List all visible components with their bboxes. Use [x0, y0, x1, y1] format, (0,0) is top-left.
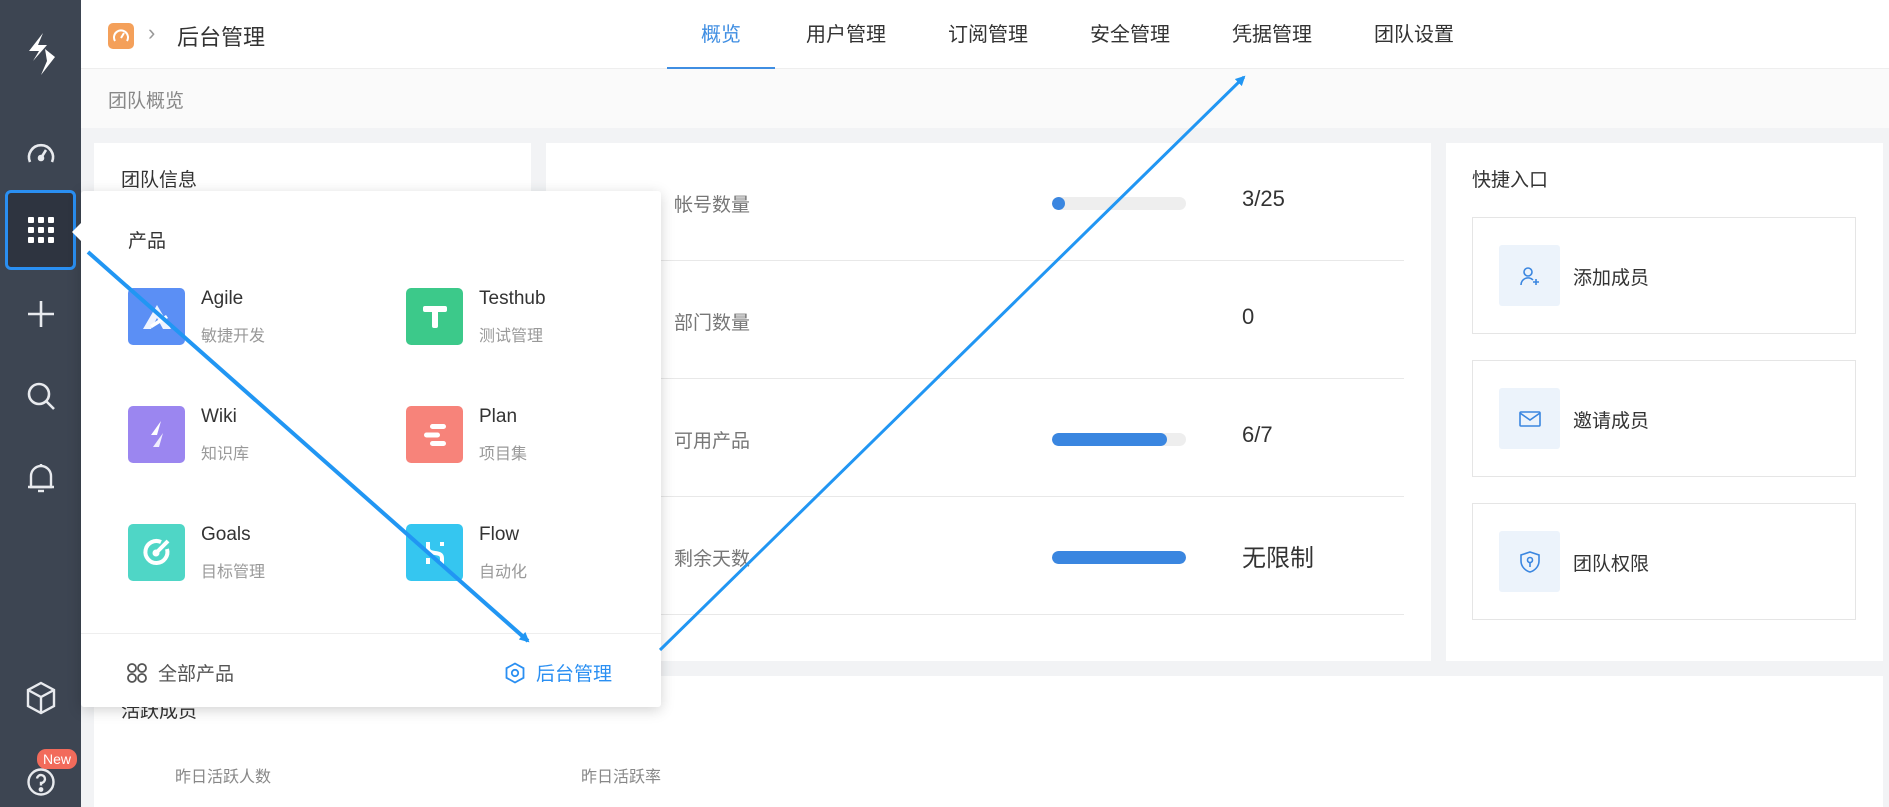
mail-icon [1499, 388, 1560, 449]
testhub-icon [406, 288, 463, 345]
progress-fill [1052, 197, 1066, 210]
quick-link-label: 团队权限 [1573, 554, 1650, 575]
apps-outline-icon [127, 662, 147, 683]
new-badge: New [37, 749, 78, 769]
progress-fill [1052, 551, 1186, 564]
all-products-link[interactable]: 全部产品 [126, 659, 234, 686]
stat-label: 部门数量 [674, 313, 751, 334]
product-name: Agile [201, 288, 244, 309]
wiki-icon [128, 406, 185, 463]
stat-value: 0 [1242, 304, 1255, 329]
progress-fill [1052, 433, 1168, 446]
dashboard-icon[interactable] [0, 124, 81, 184]
tab-security[interactable]: 安全管理 [1059, 0, 1201, 69]
grid-icon [27, 217, 54, 243]
product-name: Wiki [201, 406, 237, 427]
metric-label: 昨日活跃人数 [175, 769, 272, 786]
quick-link-label: 邀请成员 [1573, 411, 1650, 432]
shield-key-icon [1499, 531, 1560, 592]
bell-icon[interactable] [0, 448, 81, 508]
products-progress-bar [1052, 433, 1186, 446]
stat-row-products: 可用产品 6/7 [546, 379, 1404, 497]
team-info-title: 团队信息 [121, 170, 198, 191]
product-menu-heading: 产品 [128, 231, 167, 252]
add-user-icon [1499, 245, 1560, 306]
page-subheader: 团队概览 [81, 69, 1889, 128]
tab-users[interactable]: 用户管理 [775, 0, 917, 69]
stat-row-accounts: 帐号数量 3/25 [546, 143, 1404, 261]
product-plan[interactable]: Plan 项目集 [406, 406, 646, 466]
tab-subscriptions[interactable]: 订阅管理 [917, 0, 1059, 69]
agile-icon [128, 288, 185, 345]
product-testhub[interactable]: Testhub 测试管理 [406, 288, 646, 348]
stats-card: 帐号数量 3/25 部门数量 0 可用产品 6/7 剩余天数 无限制 [546, 143, 1431, 661]
plan-icon [406, 406, 463, 463]
metric-label: 昨日活跃率 [581, 769, 662, 786]
stat-row-departments: 部门数量 0 [546, 261, 1404, 379]
quick-team-permissions[interactable]: 团队权限 [1472, 503, 1856, 620]
flow-icon [406, 524, 463, 581]
product-menu-popover: 产品 Agile 敏捷开发 Testhub 测试管理 Wiki 知识库 Plan… [72, 191, 661, 707]
page-title: 团队概览 [108, 91, 185, 112]
stat-label: 可用产品 [674, 431, 751, 452]
product-goals[interactable]: Goals 目标管理 [128, 524, 368, 584]
quick-link-label: 添加成员 [1573, 268, 1650, 289]
breadcrumb-title: 后台管理 [177, 25, 266, 50]
product-desc: 敏捷开发 [201, 328, 266, 345]
admin-console-label: 后台管理 [536, 664, 613, 685]
product-desc: 项目集 [479, 446, 528, 463]
product-desc: 目标管理 [201, 564, 266, 581]
stat-value: 无限制 [1242, 545, 1314, 572]
accounts-progress-bar [1052, 197, 1186, 210]
settings-hex-icon [505, 661, 525, 684]
search-icon[interactable] [0, 366, 81, 426]
product-flow[interactable]: Flow 自动化 [406, 524, 646, 584]
top-header: › 后台管理 概览 用户管理 订阅管理 安全管理 凭据管理 团队设置 [81, 0, 1889, 69]
stat-label: 帐号数量 [674, 195, 751, 216]
add-icon[interactable] [0, 284, 81, 344]
popover-caret [72, 223, 81, 241]
stat-row-remaining-days: 剩余天数 无限制 [546, 497, 1404, 615]
product-desc: 自动化 [479, 564, 528, 581]
product-wiki[interactable]: Wiki 知识库 [128, 406, 368, 466]
tab-overview[interactable]: 概览 [667, 0, 775, 69]
stat-value: 3/25 [1242, 186, 1285, 211]
quick-links-card: 快捷入口 添加成员 邀请成员 团队权限 [1446, 143, 1883, 661]
cube-icon[interactable] [0, 668, 81, 728]
all-products-label: 全部产品 [158, 664, 235, 685]
product-name: Plan [479, 406, 518, 427]
app-logo-icon[interactable] [0, 24, 81, 84]
goals-icon [128, 524, 185, 581]
tab-bar: 概览 用户管理 订阅管理 安全管理 凭据管理 团队设置 [667, 0, 1485, 69]
product-name: Goals [201, 524, 251, 545]
admin-logo-icon[interactable] [108, 23, 134, 49]
chevron-right-icon: › [148, 20, 156, 45]
days-progress-bar [1052, 551, 1186, 564]
product-name: Testhub [479, 288, 546, 309]
apps-button[interactable] [5, 190, 76, 270]
product-desc: 知识库 [201, 446, 250, 463]
quick-invite-member[interactable]: 邀请成员 [1472, 360, 1856, 477]
quick-add-member[interactable]: 添加成员 [1472, 217, 1856, 334]
popover-footer: 全部产品 后台管理 [81, 633, 661, 707]
product-desc: 测试管理 [479, 328, 544, 345]
product-agile[interactable]: Agile 敏捷开发 [128, 288, 368, 348]
left-rail: New [0, 0, 81, 807]
stat-label: 剩余天数 [674, 549, 751, 570]
admin-console-link[interactable]: 后台管理 [504, 659, 612, 686]
tab-credentials[interactable]: 凭据管理 [1201, 0, 1343, 69]
tab-team-settings[interactable]: 团队设置 [1343, 0, 1485, 69]
product-name: Flow [479, 524, 520, 545]
quick-links-title: 快捷入口 [1472, 170, 1549, 191]
stat-value: 6/7 [1242, 422, 1273, 447]
